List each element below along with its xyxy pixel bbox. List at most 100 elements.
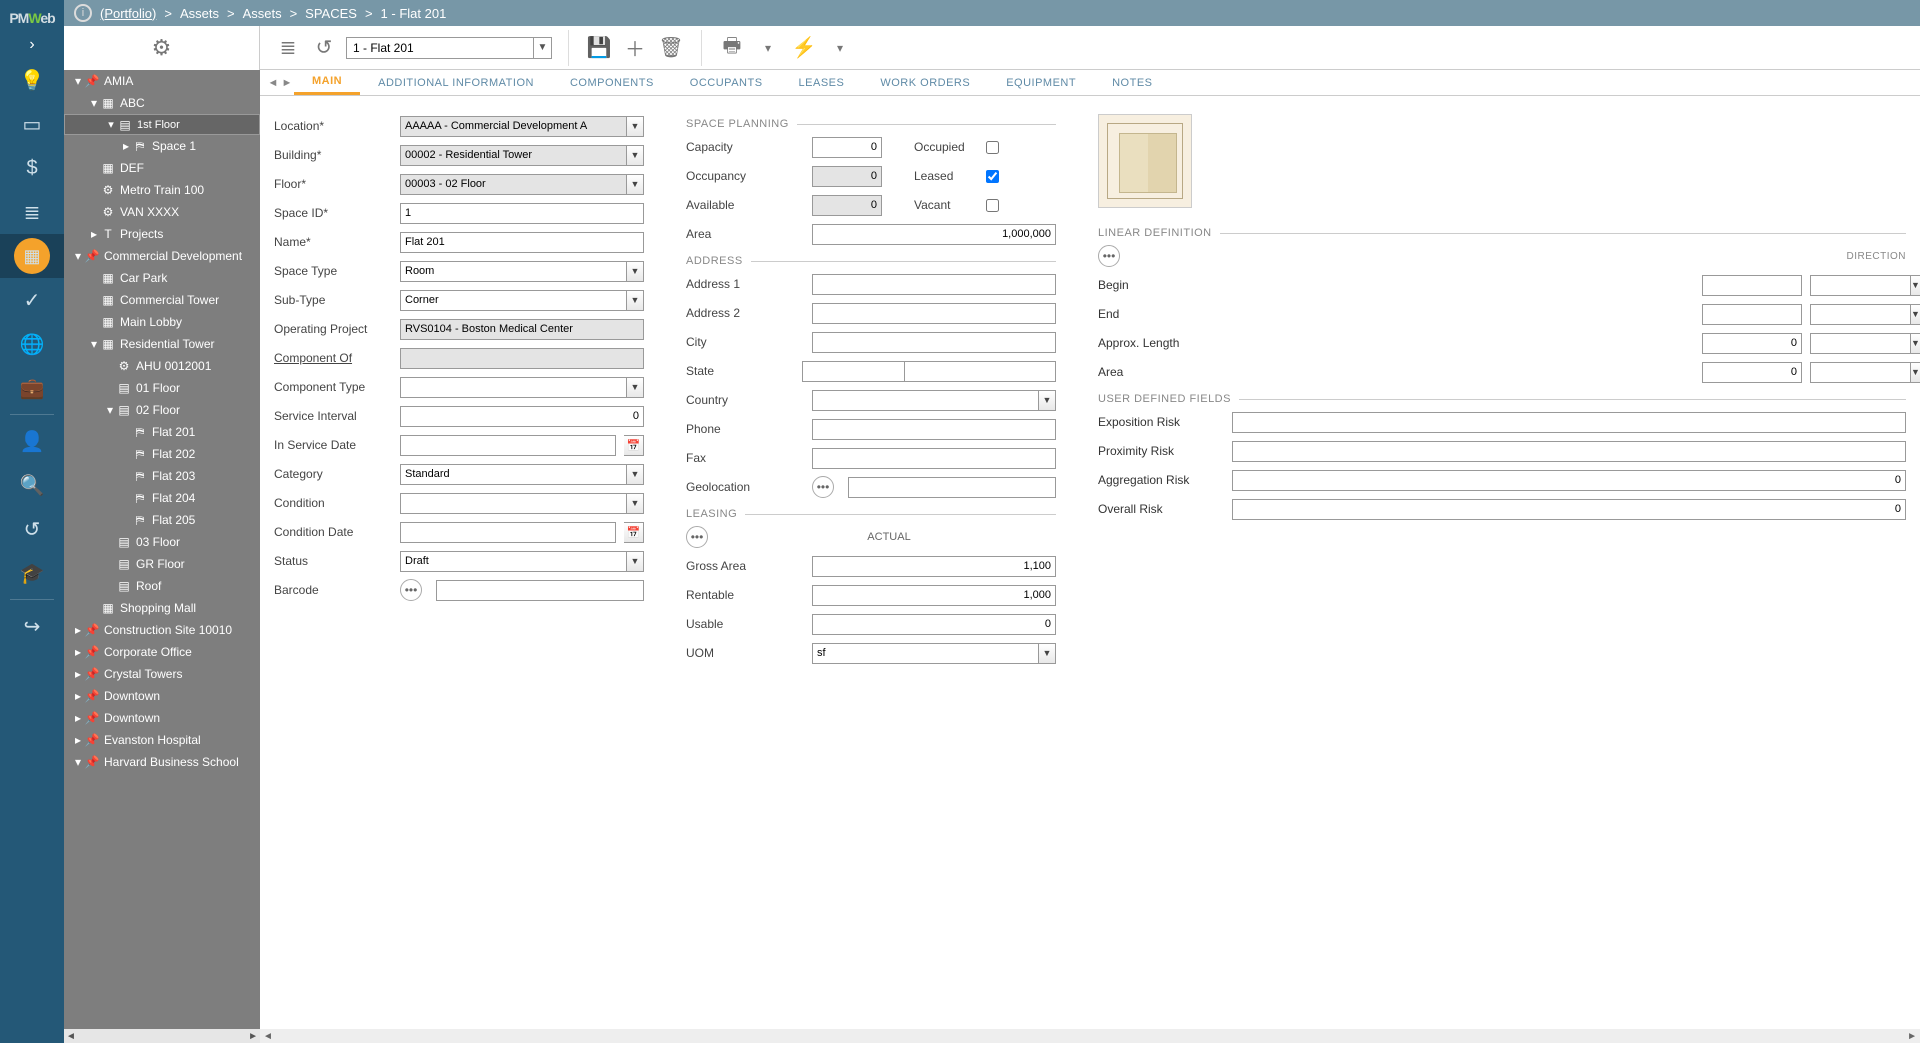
subtype-dd-icon[interactable]: ▼ — [626, 290, 644, 311]
rail-logout-icon[interactable]: ↪ — [0, 604, 64, 648]
gross-field[interactable] — [812, 556, 1056, 577]
spacetype-field[interactable] — [400, 261, 626, 282]
tree-node[interactable]: ▸⛿Space 1 — [64, 135, 260, 157]
conddate-field[interactable] — [400, 522, 616, 543]
tab-notes[interactable]: NOTES — [1094, 70, 1170, 95]
city-field[interactable] — [812, 332, 1056, 353]
begin-field[interactable] — [1702, 275, 1802, 296]
insvc-field[interactable] — [400, 435, 616, 456]
begin-dir-dd-icon[interactable]: ▼ — [1910, 275, 1920, 296]
tree-node[interactable]: ⚙Metro Train 100 — [64, 179, 260, 201]
tree-node[interactable]: ▸📌Construction Site 10010 — [64, 619, 260, 641]
rail-search-icon[interactable]: 🔍 — [0, 463, 64, 507]
record-input[interactable] — [347, 41, 533, 55]
crumb-assets1[interactable]: Assets — [180, 6, 219, 21]
tb-delete-icon[interactable]: 🗑 — [657, 35, 685, 60]
tb-action-icon[interactable]: ⚡ — [790, 35, 818, 60]
uom-field[interactable] — [812, 643, 1038, 664]
building-dd-icon[interactable]: ▼ — [626, 145, 644, 166]
tb-add-icon[interactable]: ＋ — [621, 33, 649, 62]
tab-components[interactable]: COMPONENTS — [552, 70, 672, 95]
svcint-field[interactable] — [400, 406, 644, 427]
category-field[interactable] — [400, 464, 626, 485]
spaceid-field[interactable] — [400, 203, 644, 224]
tb-history-icon[interactable]: ↺ — [310, 35, 338, 60]
rail-expand-icon[interactable]: › — [25, 32, 38, 58]
area-field[interactable] — [812, 224, 1056, 245]
tree-node[interactable]: ▸📌Crystal Towers — [64, 663, 260, 685]
leasing-more-icon[interactable]: ••• — [686, 526, 708, 548]
tree-node[interactable]: ▾▦Residential Tower — [64, 333, 260, 355]
larea-unit-dd-icon[interactable]: ▼ — [1910, 362, 1920, 383]
phone-field[interactable] — [812, 419, 1056, 440]
tb-action-dd-icon[interactable]: ▾ — [826, 41, 854, 55]
comptype-dd-icon[interactable]: ▼ — [626, 377, 644, 398]
rail-ideas-icon[interactable]: 💡 — [0, 58, 64, 102]
rail-history-icon[interactable]: ↺ — [0, 507, 64, 551]
approx-unit-field[interactable] — [1810, 333, 1910, 354]
conddate-cal-icon[interactable]: 📅 — [624, 522, 644, 543]
exprisk-field[interactable] — [1232, 412, 1906, 433]
condition-dd-icon[interactable]: ▼ — [626, 493, 644, 514]
tree-node[interactable]: ⛿Flat 205 — [64, 509, 260, 531]
geo-more-icon[interactable]: ••• — [812, 476, 834, 498]
tree-node[interactable]: ▸📌Corporate Office — [64, 641, 260, 663]
tree-node[interactable]: ▤GR Floor — [64, 553, 260, 575]
floor-field[interactable] — [400, 174, 626, 195]
spacetype-dd-icon[interactable]: ▼ — [626, 261, 644, 282]
country-field[interactable] — [812, 390, 1038, 411]
tree-node[interactable]: ▸📌Evanston Hospital — [64, 729, 260, 751]
tree-node[interactable]: ▸TProjects — [64, 223, 260, 245]
tree-node[interactable]: ▤03 Floor — [64, 531, 260, 553]
end-dir-field[interactable] — [1810, 304, 1910, 325]
tree-node[interactable]: ▸📌Downtown — [64, 685, 260, 707]
floor-dd-icon[interactable]: ▼ — [626, 174, 644, 195]
tab-next-icon[interactable]: ► — [280, 70, 294, 95]
end-dir-dd-icon[interactable]: ▼ — [1910, 304, 1920, 325]
asset-tree[interactable]: ▾📌AMIA▾▦ABC▾▤1st Floor▸⛿Space 1▦DEF⚙Metr… — [64, 70, 260, 1029]
building-field[interactable] — [400, 145, 626, 166]
aggrisk-field[interactable] — [1232, 470, 1906, 491]
larea-unit-field[interactable] — [1810, 362, 1910, 383]
larea-field[interactable] — [1702, 362, 1802, 383]
crumb-root[interactable]: (Portfolio) — [100, 6, 156, 21]
category-dd-icon[interactable]: ▼ — [626, 464, 644, 485]
tree-node[interactable]: ▾📌Harvard Business School — [64, 751, 260, 773]
rail-assets-icon[interactable]: ▦ — [0, 234, 64, 278]
content-hscroll[interactable]: ◄► — [260, 1029, 1920, 1043]
record-selector[interactable]: ▼ — [346, 37, 552, 59]
zip-field[interactable] — [904, 361, 1056, 382]
tree-node[interactable]: ▦Main Lobby — [64, 311, 260, 333]
condition-field[interactable] — [400, 493, 626, 514]
tb-list-icon[interactable]: ≣ — [274, 35, 302, 60]
tb-print-dd-icon[interactable]: ▾ — [754, 41, 782, 55]
tab-leases[interactable]: LEASES — [781, 70, 863, 95]
leased-check[interactable] — [986, 170, 999, 183]
tab-work-orders[interactable]: WORK ORDERS — [862, 70, 988, 95]
tree-node[interactable]: ▾📌Commercial Development — [64, 245, 260, 267]
tree-node[interactable]: ⛿Flat 203 — [64, 465, 260, 487]
status-field[interactable] — [400, 551, 626, 572]
linear-more-icon[interactable]: ••• — [1098, 245, 1120, 267]
tree-node[interactable]: ▾📌AMIA — [64, 70, 260, 92]
tab-prev-icon[interactable]: ◄ — [266, 70, 280, 95]
capacity-field[interactable] — [812, 137, 882, 158]
tree-node[interactable]: ▾▤02 Floor — [64, 399, 260, 421]
geo-field[interactable] — [848, 477, 1056, 498]
barcode-field[interactable] — [436, 580, 644, 601]
rail-globe-icon[interactable]: 🌐 — [0, 322, 64, 366]
status-dd-icon[interactable]: ▼ — [626, 551, 644, 572]
tree-node[interactable]: ▦Shopping Mall — [64, 597, 260, 619]
tb-save-icon[interactable]: 💾 — [585, 35, 613, 60]
rail-money-icon[interactable]: $ — [0, 146, 64, 190]
tree-node[interactable]: ▦Car Park — [64, 267, 260, 289]
tree-node[interactable]: ⛿Flat 201 — [64, 421, 260, 443]
info-icon[interactable]: i — [74, 4, 92, 22]
location-dd-icon[interactable]: ▼ — [626, 116, 644, 137]
fax-field[interactable] — [812, 448, 1056, 469]
crumb-spaces[interactable]: SPACES — [305, 6, 357, 21]
rail-user-icon[interactable]: 👤 — [0, 419, 64, 463]
addr1-field[interactable] — [812, 274, 1056, 295]
rail-check-icon[interactable]: ✓ — [0, 278, 64, 322]
tb-print-icon[interactable]: 🖶 — [718, 31, 746, 65]
